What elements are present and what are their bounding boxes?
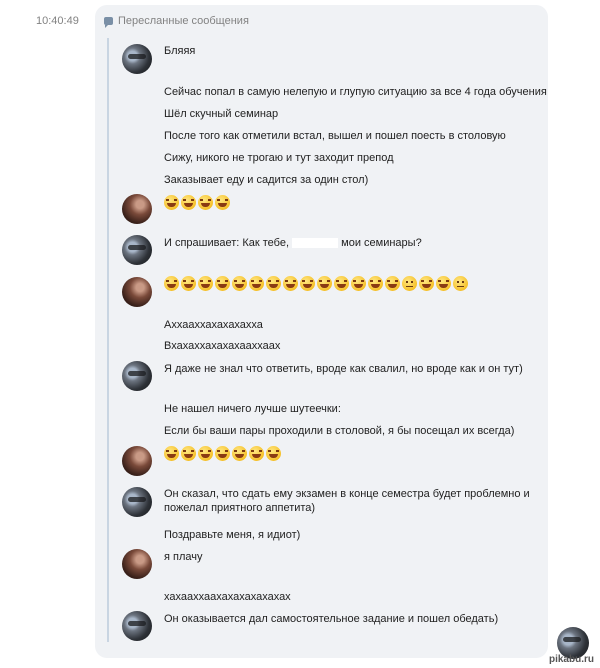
avatar-sender-b[interactable] [122, 194, 152, 224]
emoji-row [164, 276, 468, 291]
laughing-emoji-icon [181, 195, 196, 210]
avatar-sender-b[interactable] [122, 549, 152, 579]
forwarded-header-label: Пересланные сообщения [118, 15, 249, 27]
laughing-emoji-icon [164, 446, 179, 461]
laughing-emoji-icon [232, 446, 247, 461]
avatar-sender-b[interactable] [122, 446, 152, 476]
message-text: Не нашел ничего лучше шутеечки: [164, 403, 341, 415]
neutral-face-emoji-icon [453, 276, 468, 291]
message-text: После того как отметили встал, вышел и п… [164, 130, 506, 142]
message-text: Он сказал, что сдать ему экзамен в конце… [164, 488, 530, 500]
message-text: Заказывает еду и садится за один стол) [164, 174, 369, 186]
laughing-emoji-icon [198, 446, 213, 461]
laughing-emoji-icon [266, 276, 281, 291]
laughing-emoji-icon [300, 276, 315, 291]
laughing-emoji-icon [215, 446, 230, 461]
message-text: Шёл скучный семинар [164, 108, 279, 120]
laughing-emoji-icon [249, 446, 264, 461]
laughing-emoji-icon [181, 276, 196, 291]
laughing-emoji-icon [164, 195, 179, 210]
laughing-emoji-icon [249, 276, 264, 291]
avatar-sender-a[interactable] [122, 44, 152, 74]
laughing-emoji-icon [215, 276, 230, 291]
laughing-emoji-icon [436, 276, 451, 291]
laughing-emoji-icon [198, 195, 213, 210]
message-text: хахааххаахахахахахахах [164, 591, 291, 603]
emoji-row [164, 446, 281, 461]
laughing-emoji-icon [283, 276, 298, 291]
laughing-emoji-icon [385, 276, 400, 291]
redacted-block [292, 238, 339, 249]
laughing-emoji-icon [181, 446, 196, 461]
message-text: я плачу [164, 551, 203, 563]
laughing-emoji-icon [164, 276, 179, 291]
message-text: Я даже не знал что ответить, вроде как с… [164, 363, 523, 375]
message-text: Он оказывается дал самостоятельное задан… [164, 613, 499, 625]
watermark: pikabu.ru [548, 654, 594, 665]
avatar-sender-a[interactable] [122, 487, 152, 517]
message-text-part: И спрашивает: Как тебе, [164, 237, 290, 249]
laughing-emoji-icon [266, 446, 281, 461]
message-text: И спрашивает: Как тебе, мои семинары? [164, 236, 422, 250]
avatar-sender-a[interactable] [122, 361, 152, 391]
forwarded-messages-icon [104, 17, 113, 28]
neutral-face-emoji-icon [402, 276, 417, 291]
avatar-sender-a[interactable] [122, 235, 152, 265]
avatar-sender-a[interactable] [122, 611, 152, 641]
message-text: Аххааххахахахахха [164, 319, 263, 331]
message-text-part: мои семинары? [341, 237, 422, 249]
message-text: Сейчас попал в самую нелепую и глупую си… [164, 86, 547, 98]
emoji-row [164, 195, 230, 210]
laughing-emoji-icon [232, 276, 247, 291]
laughing-emoji-icon [419, 276, 434, 291]
laughing-emoji-icon [351, 276, 366, 291]
laughing-emoji-icon [334, 276, 349, 291]
message-text: Если бы ваши пары проходили в столовой, … [164, 425, 515, 437]
message-text: Вхахаххахахахааххаах [164, 340, 281, 352]
laughing-emoji-icon [215, 195, 230, 210]
avatar-sender-b[interactable] [122, 277, 152, 307]
message-text: Бляяя [164, 45, 196, 57]
laughing-emoji-icon [317, 276, 332, 291]
message-text: Сижу, никого не трогаю и тут заходит пре… [164, 152, 394, 164]
message-timestamp: 10:40:49 [36, 15, 79, 27]
forwarded-indent-line [107, 38, 109, 642]
message-text: пожелал приятного аппетита) [164, 502, 316, 514]
laughing-emoji-icon [198, 276, 213, 291]
message-bubble [95, 5, 548, 658]
forwarded-header[interactable]: Пересланные сообщения [104, 15, 249, 28]
laughing-emoji-icon [368, 276, 383, 291]
message-text: Поздравьте меня, я идиот) [164, 529, 301, 541]
